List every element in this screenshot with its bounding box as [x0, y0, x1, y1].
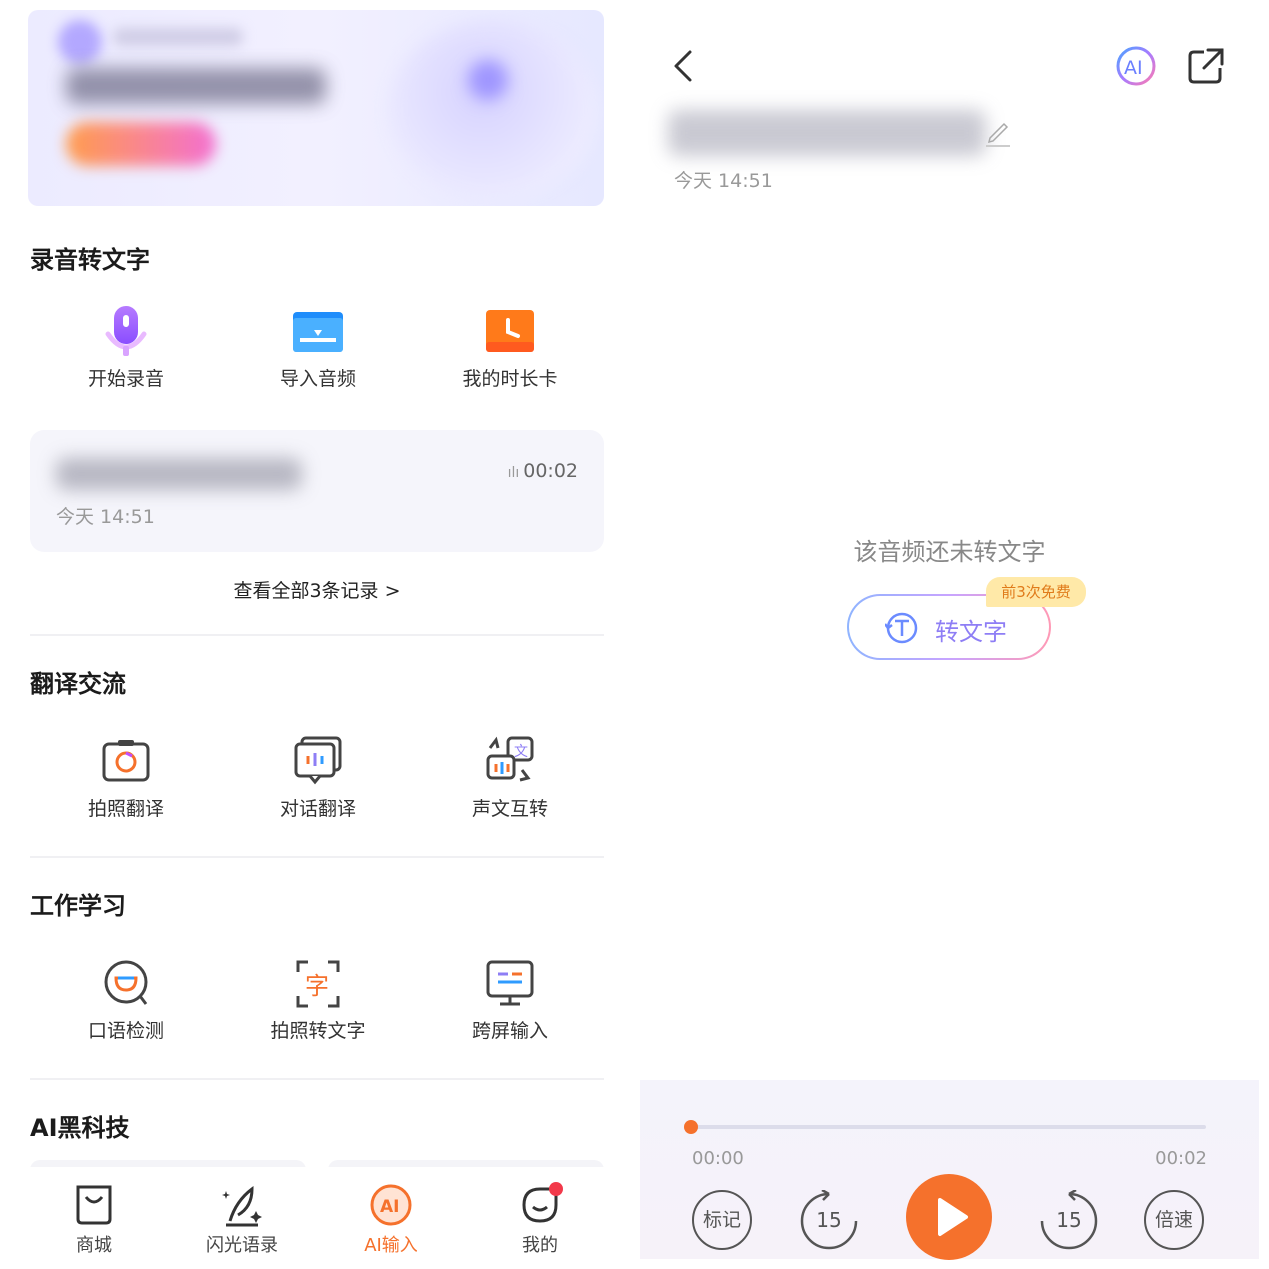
dialogue-translate-button[interactable]: 对话翻译: [238, 732, 398, 842]
cross-screen-icon: [486, 960, 534, 1006]
audio-player: 00:00 00:02 标记 15 15 倍速: [640, 1080, 1259, 1260]
speaking-check-button[interactable]: 口语检测: [46, 954, 206, 1064]
import-audio-label: 导入音频: [279, 368, 356, 390]
translate-actions: 拍照翻译 对话翻译 文 声文互转: [30, 732, 610, 842]
play-icon: [938, 1198, 968, 1236]
camera-translate-icon: [102, 740, 150, 782]
free-trial-badge: 前3次免费: [986, 577, 1086, 607]
recent-recording-card[interactable]: ılı 00:02 今天 14:51: [30, 430, 604, 552]
ai-assistant-icon[interactable]: AI: [1114, 44, 1158, 88]
current-time: 00:00: [692, 1148, 744, 1169]
divider: [30, 856, 604, 858]
photo-to-text-button[interactable]: 字 拍照转文字: [238, 954, 398, 1064]
svg-text:AI: AI: [380, 1197, 399, 1217]
voice-text-convert-button[interactable]: 文 声文互转: [430, 732, 590, 842]
forward-seconds: 15: [1056, 1208, 1082, 1232]
tab-profile[interactable]: 我的: [480, 1179, 600, 1259]
recording-detail-panel: AI 今天 14:51 该音频还未转文字 转文字 前3次免费 00:00 00:…: [640, 10, 1259, 1260]
tab-quotes-label: 闪光语录: [206, 1235, 278, 1256]
svg-text:AI: AI: [1124, 57, 1143, 79]
svg-text:字: 字: [305, 972, 329, 1000]
start-recording-label: 开始录音: [87, 368, 164, 390]
tab-shop[interactable]: 商城: [34, 1179, 154, 1259]
divider: [30, 634, 604, 636]
rewind-seconds: 15: [816, 1208, 842, 1232]
transcribe-label: 转文字: [935, 618, 1007, 646]
microphone-icon: [105, 306, 147, 356]
cross-screen-label: 跨屏输入: [471, 1020, 548, 1042]
promo-banner[interactable]: [28, 10, 604, 206]
tab-quotes[interactable]: 闪光语录: [182, 1179, 302, 1259]
speaking-check-icon: [104, 960, 148, 1005]
tab-ai-input[interactable]: AI AI输入: [331, 1179, 451, 1259]
tab-profile-label: 我的: [522, 1235, 558, 1256]
voice-text-convert-icon: 文: [486, 736, 534, 782]
edit-pencil-icon[interactable]: [986, 118, 1010, 148]
ai-input-icon: AI: [370, 1184, 412, 1226]
bottom-tab-bar: 商城 闪光语录 AI AI输入 我的: [10, 1167, 630, 1259]
photo-to-text-label: 拍照转文字: [270, 1020, 366, 1042]
voice-text-convert-label: 声文互转: [471, 798, 548, 820]
cross-screen-button[interactable]: 跨屏输入: [430, 954, 590, 1064]
rewind-15-button[interactable]: 15: [798, 1188, 860, 1252]
recording-duration: ılı 00:02: [508, 460, 578, 482]
tab-shop-label: 商城: [76, 1235, 112, 1256]
progress-knob[interactable]: [684, 1120, 698, 1134]
svg-text:文: 文: [514, 744, 528, 760]
profile-face-icon: [522, 1182, 563, 1223]
section-title-work: 工作学习: [30, 892, 126, 920]
shop-bag-icon: [76, 1185, 112, 1225]
time-card-button[interactable]: 我的时长卡: [430, 302, 590, 412]
view-all-records-link[interactable]: 查看全部3条记录 >: [30, 576, 604, 603]
total-time: 00:02: [1155, 1148, 1207, 1169]
import-audio-button[interactable]: 导入音频: [238, 302, 398, 412]
time-card-label: 我的时长卡: [462, 368, 558, 390]
waveform-icon: ılı: [507, 465, 520, 481]
home-panel: 录音转文字 开始录音 导入音频 我的时长卡 ılı 00:02 今天 14:51…: [10, 10, 630, 1259]
notification-dot: [549, 1182, 563, 1196]
start-recording-button[interactable]: 开始录音: [46, 302, 206, 412]
back-arrow-icon[interactable]: [664, 44, 704, 88]
recording-duration-text: 00:02: [523, 460, 578, 482]
dialogue-translate-label: 对话翻译: [279, 798, 356, 820]
speed-button[interactable]: 倍速: [1144, 1190, 1204, 1250]
speaking-check-label: 口语检测: [87, 1020, 164, 1042]
recording-date: 今天 14:51: [674, 170, 773, 192]
mark-button[interactable]: 标记: [692, 1190, 752, 1250]
tab-ai-input-label: AI输入: [364, 1235, 418, 1256]
clock-card-icon: [486, 310, 534, 352]
dialogue-translate-icon: [294, 736, 342, 785]
divider: [30, 1078, 604, 1080]
recording-name-blurred: [56, 458, 302, 490]
recording-time: 今天 14:51: [56, 506, 155, 528]
section-title-translate: 翻译交流: [30, 670, 126, 698]
text-convert-icon: [885, 612, 918, 644]
section-title-recording: 录音转文字: [30, 246, 150, 274]
work-actions: 口语检测 字 拍照转文字 跨屏输入: [30, 954, 610, 1064]
share-icon[interactable]: [1186, 46, 1226, 86]
play-button[interactable]: [906, 1174, 992, 1260]
folder-icon: [293, 312, 343, 352]
progress-track[interactable]: [690, 1125, 1206, 1129]
photo-to-text-icon: 字: [296, 960, 340, 1008]
quill-sparkle-icon: [222, 1185, 262, 1227]
recording-title-blurred[interactable]: [668, 110, 986, 156]
photo-translate-label: 拍照翻译: [87, 798, 164, 820]
photo-translate-button[interactable]: 拍照翻译: [46, 732, 206, 842]
recording-actions: 开始录音 导入音频 我的时长卡: [30, 302, 610, 412]
section-title-ai: AI黑科技: [30, 1114, 130, 1142]
forward-15-button[interactable]: 15: [1038, 1188, 1100, 1252]
not-transcribed-message: 该音频还未转文字: [853, 538, 1046, 566]
